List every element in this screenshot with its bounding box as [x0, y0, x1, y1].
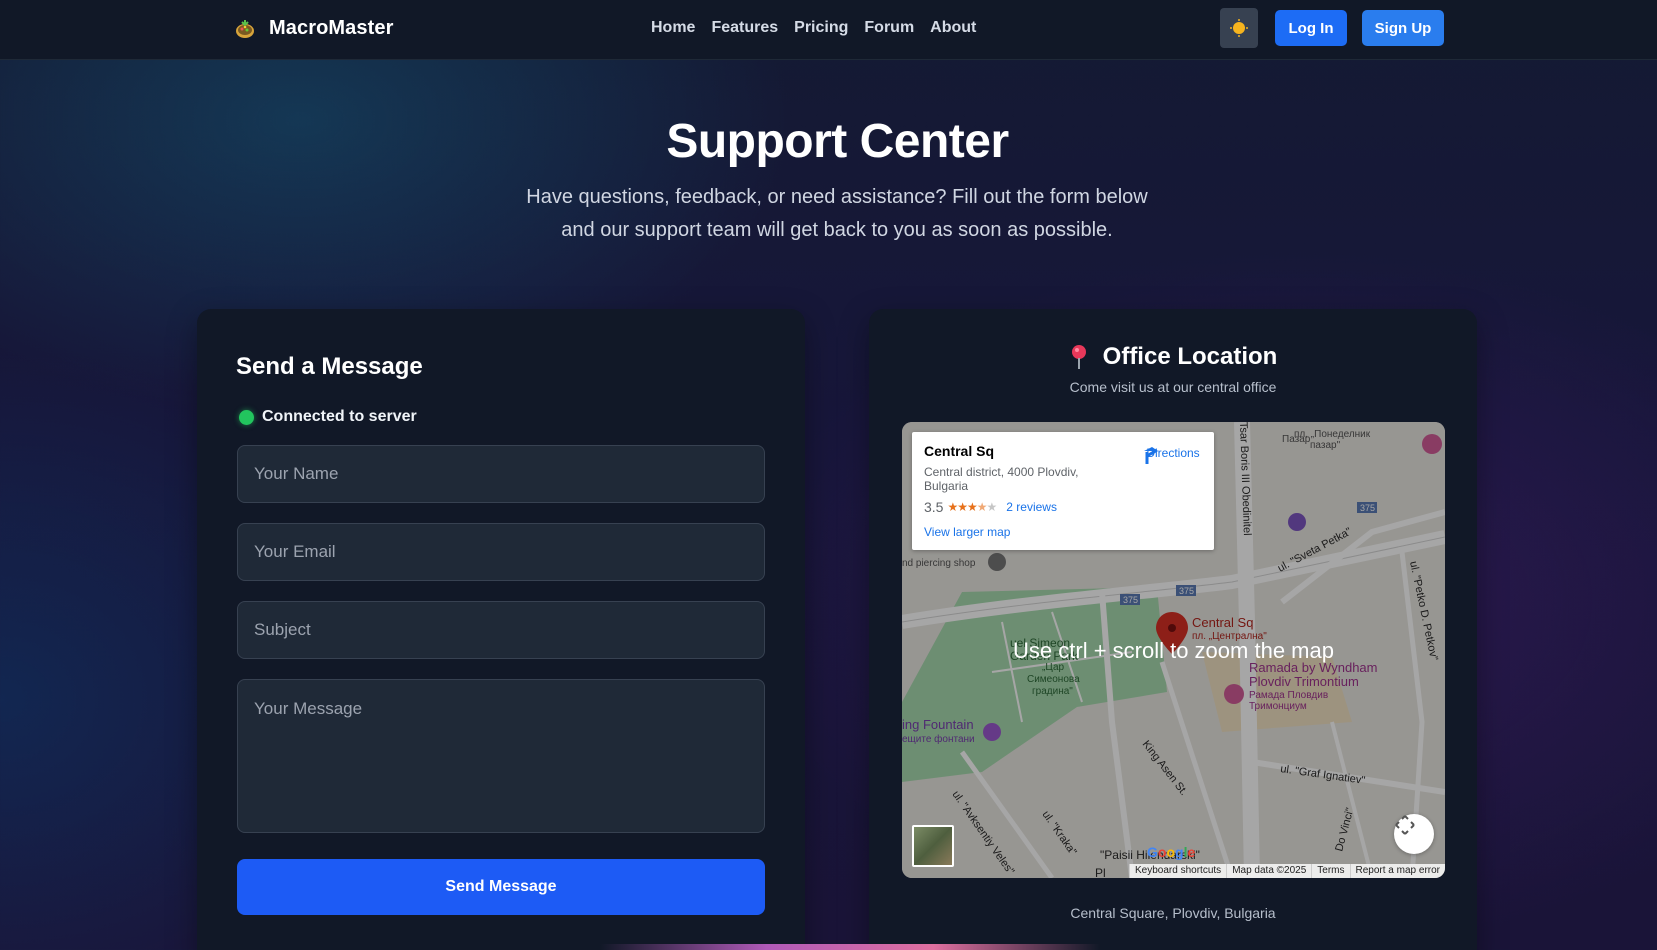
google-logo: Google: [1147, 844, 1196, 860]
status-text: Connected to server: [262, 408, 417, 425]
terms-link[interactable]: Terms: [1311, 864, 1349, 878]
nav-link-features[interactable]: Features: [711, 19, 778, 37]
top-navbar: MacroMaster Home Features Pricing Forum …: [0, 0, 1657, 60]
brand[interactable]: MacroMaster: [233, 16, 393, 40]
page-title: Support Center: [666, 115, 1009, 168]
login-button[interactable]: Log In: [1275, 10, 1347, 46]
page-subtitle: Have questions, feedback, or need assist…: [526, 186, 1148, 241]
directions-button[interactable]: Directions: [1140, 444, 1206, 464]
fullscreen-icon: [1395, 815, 1415, 835]
footer-glow-decoration: [600, 944, 1100, 950]
message-textarea[interactable]: [237, 679, 765, 833]
nav-link-forum[interactable]: Forum: [864, 19, 914, 37]
status-dot-icon: [239, 409, 254, 425]
sun-icon: [1230, 19, 1248, 37]
place-address: Central district, 4000 Plovdiv, Bulgaria: [924, 465, 1079, 493]
report-map-error-link[interactable]: Report a map error: [1349, 864, 1445, 878]
theme-toggle-button[interactable]: [1220, 8, 1258, 48]
signup-button[interactable]: Sign Up: [1362, 10, 1444, 46]
directions-icon: [1144, 447, 1158, 464]
contact-form-card: Send a Message Connected to server Send …: [197, 309, 805, 950]
nav-link-about[interactable]: About: [930, 19, 976, 37]
place-rating: 3.5 ★★★★★ 2 reviews: [924, 499, 1057, 515]
rating-value: 3.5: [924, 499, 944, 515]
location-heading: Office Location: [869, 343, 1477, 371]
office-location-card: Office Location Come visit us at our cen…: [869, 309, 1477, 950]
place-name: Central Sq: [924, 443, 995, 459]
brand-name: MacroMaster: [269, 16, 394, 39]
map-attribution-bar: Keyboard shortcuts Map data ©2025 Terms …: [1129, 864, 1445, 878]
form-title: Send a Message: [236, 353, 423, 380]
view-larger-map-link[interactable]: View larger map: [924, 525, 1010, 539]
send-message-button[interactable]: Send Message: [237, 859, 765, 915]
nav-link-home[interactable]: Home: [651, 19, 695, 37]
google-map-embed[interactable]: Central Sq пл. „Централна" Ramada by Wyn…: [902, 422, 1445, 878]
map-data-text: Map data ©2025: [1226, 864, 1311, 878]
keyboard-shortcuts-link[interactable]: Keyboard shortcuts: [1129, 864, 1226, 878]
map-zoom-hint: Use ctrl + scroll to zoom the map: [1013, 638, 1334, 663]
subject-input[interactable]: [237, 601, 765, 659]
rating-stars-icon: ★★★★★: [947, 500, 997, 514]
nav-links: Home Features Pricing Forum About: [651, 19, 976, 37]
email-input[interactable]: [237, 523, 765, 581]
location-address: Central Square, Plovdiv, Bulgaria: [1070, 905, 1276, 921]
nav-link-pricing[interactable]: Pricing: [794, 19, 848, 37]
location-subtitle: Come visit us at our central office: [1069, 379, 1277, 395]
fullscreen-button[interactable]: [1394, 814, 1434, 854]
satellite-toggle-thumbnail[interactable]: [912, 825, 954, 867]
brand-logo-icon: [236, 20, 254, 38]
reviews-link[interactable]: 2 reviews: [1006, 500, 1057, 514]
connection-status: Connected to server: [239, 408, 417, 426]
name-input[interactable]: [237, 445, 765, 503]
pin-icon: [1071, 345, 1086, 369]
location-title: Office Location: [1102, 343, 1278, 370]
map-place-card: Central Sq Central district, 4000 Plovdi…: [912, 432, 1214, 550]
